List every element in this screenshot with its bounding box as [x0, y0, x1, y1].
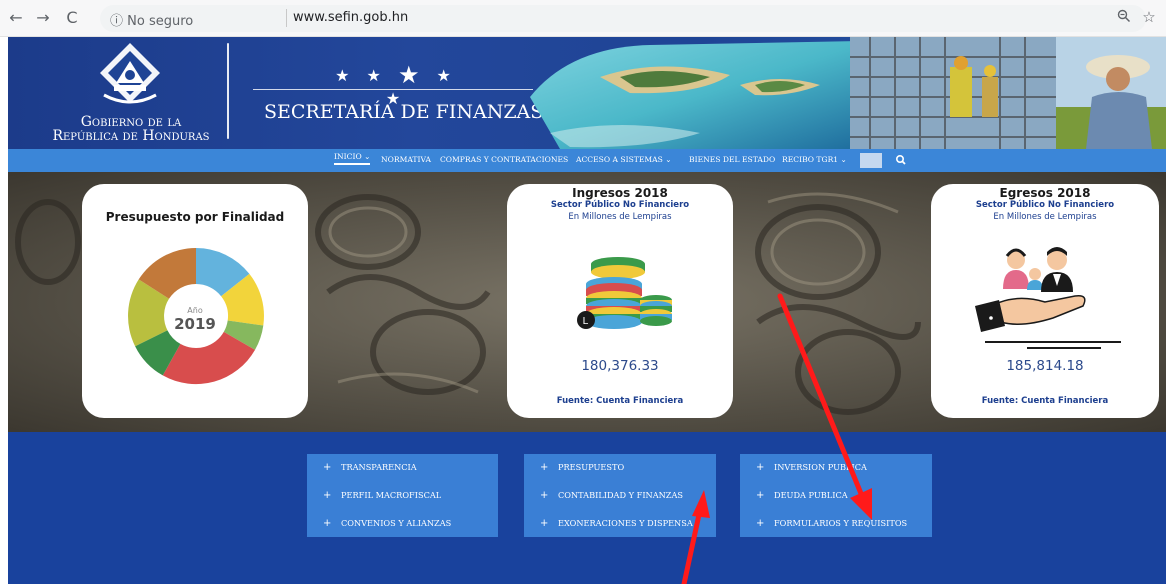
security-indicator[interactable]: ⓘ No seguro [110, 10, 193, 29]
nav-item-recibo-tgr1[interactable]: RECIBO TGR1 ⌄ [782, 155, 847, 164]
government-name-line2: República de Honduras [52, 128, 210, 144]
link-label: CONVENIOS Y ALIANZAS [341, 518, 452, 528]
ingresos-card[interactable]: Ingresos 2018 Sector Público No Financie… [507, 184, 733, 418]
hero-banner: Presupuesto por Finalidad Año 2019 Ingre… [8, 172, 1166, 432]
link-label: TRANSPARENCIA [341, 462, 417, 472]
stars-icon: ★ ★ ★ ★ ★ [335, 61, 457, 108]
government-name-line1: Gobierno de la [80, 114, 182, 130]
egresos-unit: En Millones de Lempiras [993, 212, 1097, 222]
svg-text:L: L [583, 316, 589, 327]
ingresos-source: Fuente: Cuenta Financiera [556, 396, 684, 406]
donut-year-label: Año [187, 306, 203, 315]
quick-links-box-1: + TRANSPARENCIA + PERFIL MACROFISCAL + CONV… [307, 454, 498, 537]
address-separator [286, 9, 287, 27]
site-title: SECRETARÍA DE FINANZAS [264, 101, 544, 123]
url-text[interactable]: www.sefin.gob.hn [293, 10, 408, 25]
nav-item-acceso-sistemas[interactable]: ACCESO A SISTEMAS ⌄ [576, 155, 672, 164]
link-contabilidad-finanzas[interactable]: + CONTABILIDAD Y FINANZAS [540, 490, 683, 501]
link-deuda-publica[interactable]: + DEUDA PUBLICA [756, 490, 848, 501]
donut-year-value: 2019 [174, 315, 216, 333]
nav-item-bienes[interactable]: BIENES DEL ESTADO [689, 155, 775, 164]
site-header: Gobierno de la República de Honduras ★ ★… [8, 37, 1166, 149]
back-arrow-icon[interactable]: ← [6, 8, 26, 28]
egresos-subtitle: Sector Público No Financiero [975, 200, 1115, 210]
egresos-source: Fuente: Cuenta Financiera [981, 396, 1109, 406]
egresos-title: Egresos 2018 [999, 186, 1091, 200]
plus-icon: + [540, 518, 549, 529]
link-label: EXONERACIONES Y DISPENSA [558, 518, 693, 528]
nav-search-input[interactable] [860, 153, 882, 168]
plus-icon: + [540, 490, 549, 501]
presupuesto-title: Presupuesto por Finalidad [105, 210, 285, 224]
link-convenios-alianzas[interactable]: + CONVENIOS Y ALIANZAS [323, 518, 451, 529]
link-label: DEUDA PUBLICA [774, 490, 848, 500]
nav-item-compras[interactable]: COMPRAS Y CONTRATACIONES [440, 155, 568, 164]
link-label: CONTABILIDAD Y FINANZAS [558, 490, 684, 500]
egresos-card[interactable]: Egresos 2018 Sector Público No Financier… [931, 184, 1159, 418]
link-perfil-macrofiscal[interactable]: + PERFIL MACROFISCAL [323, 490, 441, 501]
island-photo-icon [530, 41, 870, 149]
link-presupuesto[interactable]: + PRESUPUESTO [540, 462, 624, 473]
hand-with-people-icon [975, 247, 1121, 349]
header-divider [227, 43, 229, 139]
address-bar[interactable]: ⓘ No seguro www.sefin.gob.hn [100, 5, 1146, 32]
plus-icon: + [756, 462, 765, 473]
plus-icon: + [540, 462, 549, 473]
main-nav: INICIO ⌄ NORMATIVA COMPRAS Y CONTRATACIO… [8, 149, 1166, 172]
link-label: PERFIL MACROFISCAL [341, 490, 442, 500]
honduras-seal-icon [100, 43, 160, 104]
plus-icon: + [323, 518, 332, 529]
coins-stack-icon: L [577, 257, 672, 329]
nav-item-inicio[interactable]: INICIO ⌄ [334, 152, 371, 165]
forward-arrow-icon[interactable]: → [33, 8, 53, 28]
search-icon[interactable] [893, 152, 909, 168]
plus-icon: + [323, 462, 332, 473]
link-label: PRESUPUESTO [558, 462, 625, 472]
egresos-value: 185,814.18 [1006, 358, 1084, 374]
quick-links-section: + TRANSPARENCIA + PERFIL MACROFISCAL + CONV… [8, 432, 1166, 584]
ingresos-unit: En Millones de Lempiras [568, 212, 672, 222]
browser-window: ← → C ⓘ No seguro www.sefin.gob.hn ☆ Gob… [0, 0, 1166, 584]
link-exoneraciones[interactable]: + EXONERACIONES Y DISPENSA [540, 518, 693, 529]
government-name: Gobierno de la República de Honduras [26, 115, 236, 143]
quick-links-box-3: + INVERSION PUBLICA + DEUDA PUBLICA + FORMU… [740, 454, 932, 537]
link-inversion-publica[interactable]: + INVERSION PUBLICA [756, 462, 867, 473]
browser-toolbar: ← → C ⓘ No seguro www.sefin.gob.hn ☆ [0, 0, 1166, 37]
farmer-photo-icon [1056, 37, 1166, 149]
link-formularios-requisitos[interactable]: + FORMULARIOS Y REQUISITOS [756, 518, 907, 529]
link-label: INVERSION PUBLICA [774, 462, 867, 472]
bookmark-star-icon[interactable]: ☆ [1140, 8, 1158, 26]
construction-photo-icon [850, 37, 1060, 149]
presupuesto-card[interactable]: Presupuesto por Finalidad Año 2019 [82, 184, 308, 418]
stars-line [253, 89, 533, 90]
plus-icon: + [323, 490, 332, 501]
reload-icon[interactable]: C [62, 8, 82, 28]
ingresos-title: Ingresos 2018 [572, 186, 668, 200]
quick-links-box-2: + PRESUPUESTO + CONTABILIDAD Y FINANZAS + E… [524, 454, 716, 537]
nav-item-normativa[interactable]: NORMATIVA [381, 155, 431, 164]
plus-icon: + [756, 518, 765, 529]
zoom-icon[interactable] [1115, 9, 1133, 27]
ingresos-subtitle: Sector Público No Financiero [550, 200, 690, 210]
ingresos-value: 180,376.33 [581, 358, 659, 374]
plus-icon: + [756, 490, 765, 501]
link-transparencia[interactable]: + TRANSPARENCIA [323, 462, 417, 473]
link-label: FORMULARIOS Y REQUISITOS [774, 518, 908, 528]
